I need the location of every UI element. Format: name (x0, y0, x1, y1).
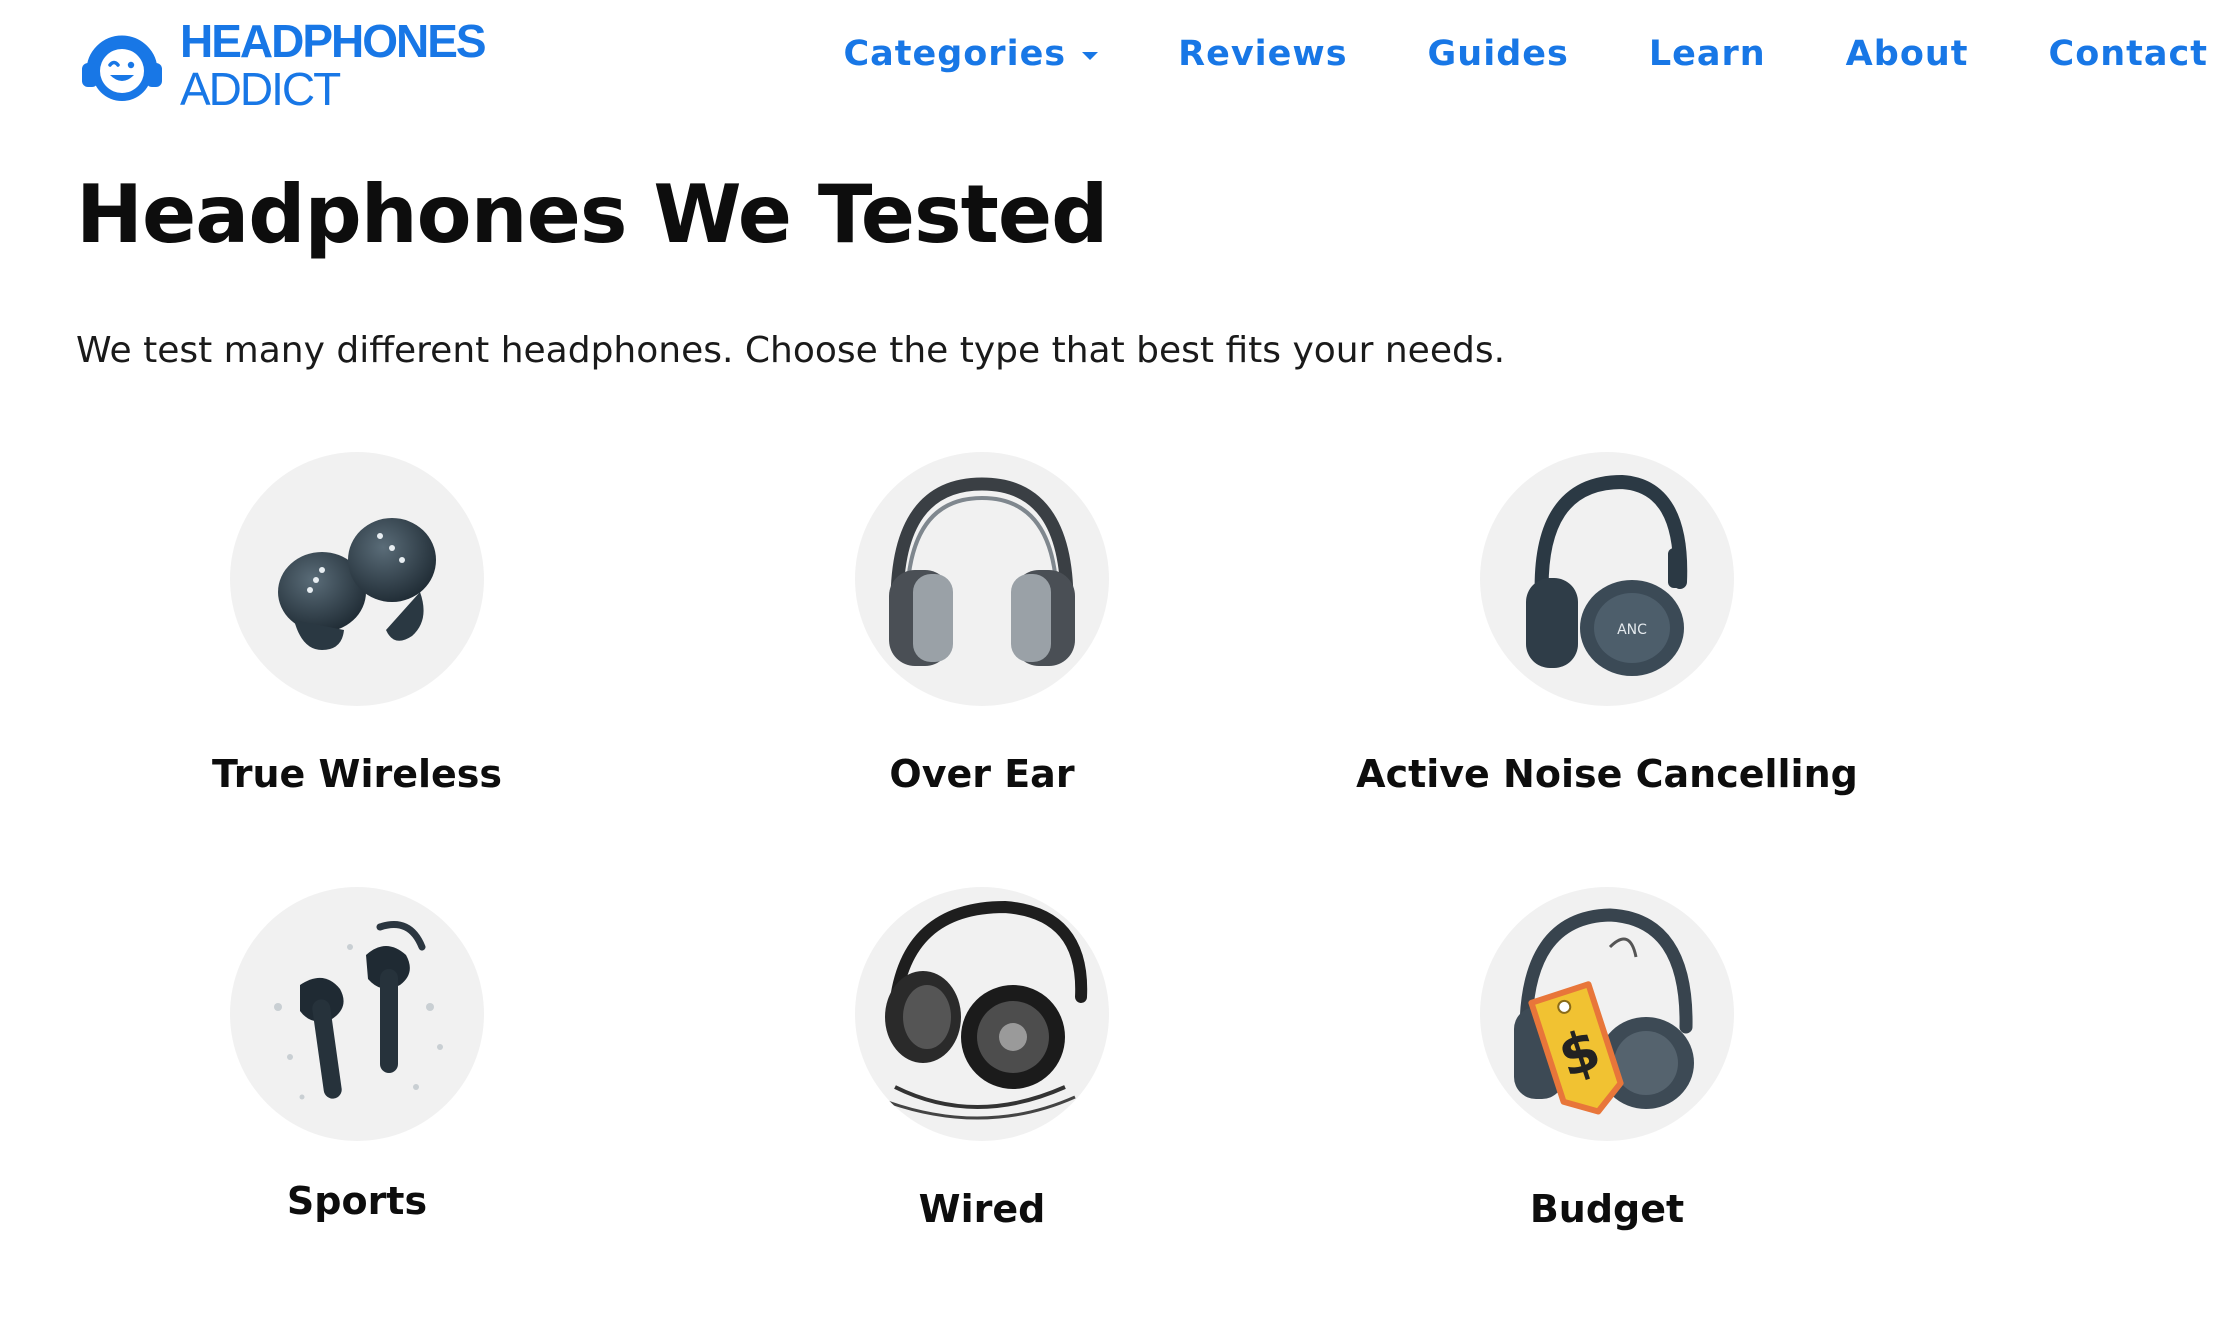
category-label: True Wireless (211, 752, 503, 796)
sports-earbuds-icon (274, 921, 443, 1100)
anc-label-text: ANC (1617, 622, 1647, 638)
nav-learn[interactable]: Learn (1609, 34, 1806, 74)
category-label: Sports (286, 1179, 428, 1223)
intro-text: We test many different headphones. Choos… (76, 330, 1506, 371)
nav-categories[interactable]: Categories (803, 34, 1138, 74)
category-card-sports[interactable]: Sports (97, 887, 617, 1223)
category-card-over-ear[interactable]: Over Ear (722, 452, 1242, 796)
nav-contact[interactable]: Contact (2009, 34, 2208, 74)
nav-guides[interactable]: Guides (1388, 34, 1609, 74)
budget-headphones-icon: $ (1514, 908, 1694, 1115)
category-thumbnail (230, 887, 484, 1141)
category-thumbnail (855, 452, 1109, 706)
site-header: HEADPHONES ADDICT Categories Reviews Gui… (0, 0, 2228, 130)
category-thumbnail: ANC (1480, 452, 1734, 706)
wired-headphones-icon (884, 900, 1088, 1120)
chevron-down-icon (1082, 52, 1099, 60)
category-label: Active Noise Cancelling (1356, 752, 1858, 796)
headphones-smiley-logo-icon (82, 35, 162, 101)
over-ear-headphones-icon (889, 477, 1075, 666)
category-label: Wired (918, 1187, 1046, 1231)
category-label: Over Ear (889, 752, 1075, 796)
true-wireless-earbuds-icon (278, 518, 436, 650)
category-card-anc[interactable]: ANC Active Noise Cancelling (1347, 452, 1867, 796)
category-thumbnail: $ (1480, 887, 1734, 1141)
nav-reviews[interactable]: Reviews (1138, 34, 1387, 74)
nav-categories-label: Categories (843, 34, 1067, 74)
category-thumbnail (230, 452, 484, 706)
main-nav: Categories Reviews Guides Learn About Co… (803, 34, 2208, 74)
category-card-wired[interactable]: Wired (722, 887, 1242, 1231)
site-logo[interactable]: HEADPHONES ADDICT (76, 15, 487, 115)
category-card-true-wireless[interactable]: True Wireless (97, 452, 617, 796)
category-card-budget[interactable]: $ Budget (1347, 887, 1867, 1231)
category-thumbnail (855, 887, 1109, 1141)
nav-about[interactable]: About (1806, 34, 2009, 74)
logo-line-1: HEADPHONES (180, 15, 487, 67)
page-title: Headphones We Tested (76, 168, 1108, 261)
logo-line-2: ADDICT (180, 63, 341, 115)
anc-headphones-icon: ANC (1526, 474, 1688, 676)
category-label: Budget (1529, 1187, 1685, 1231)
